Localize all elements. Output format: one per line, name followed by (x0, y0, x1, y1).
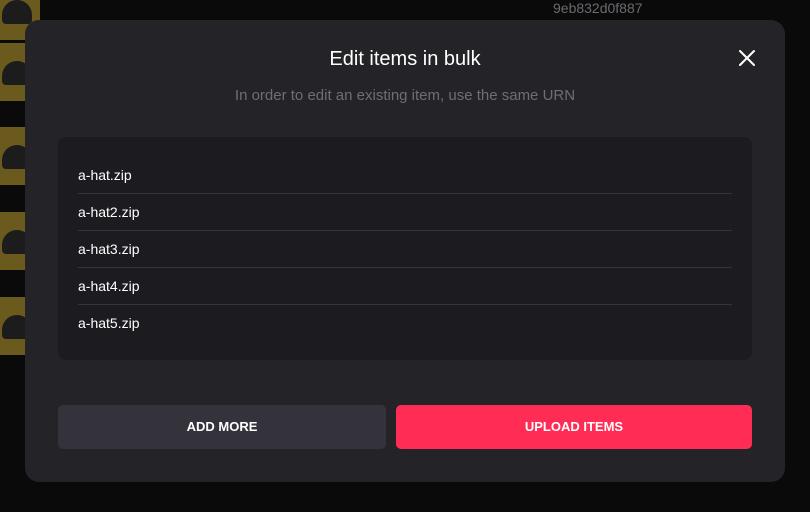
modal-title: Edit items in bulk (329, 48, 481, 70)
file-item: a-hat.zip (78, 157, 732, 194)
add-more-button[interactable]: ADD MORE (58, 405, 386, 449)
file-item: a-hat3.zip (78, 231, 732, 268)
close-button[interactable] (735, 46, 759, 70)
file-list: a-hat.zip a-hat2.zip a-hat3.zip a-hat4.z… (58, 137, 752, 360)
upload-items-button[interactable]: UPLOAD ITEMS (396, 405, 752, 449)
file-item: a-hat4.zip (78, 268, 732, 305)
background-item-id: 9eb832d0f887 (553, 0, 643, 16)
modal-subtitle: In order to edit an existing item, use t… (234, 87, 576, 104)
bulk-edit-modal: Edit items in bulk In order to edit an e… (25, 20, 785, 482)
hat-icon (2, 0, 32, 24)
file-item: a-hat5.zip (78, 315, 140, 331)
close-icon (739, 50, 755, 66)
file-item: a-hat2.zip (78, 194, 732, 231)
